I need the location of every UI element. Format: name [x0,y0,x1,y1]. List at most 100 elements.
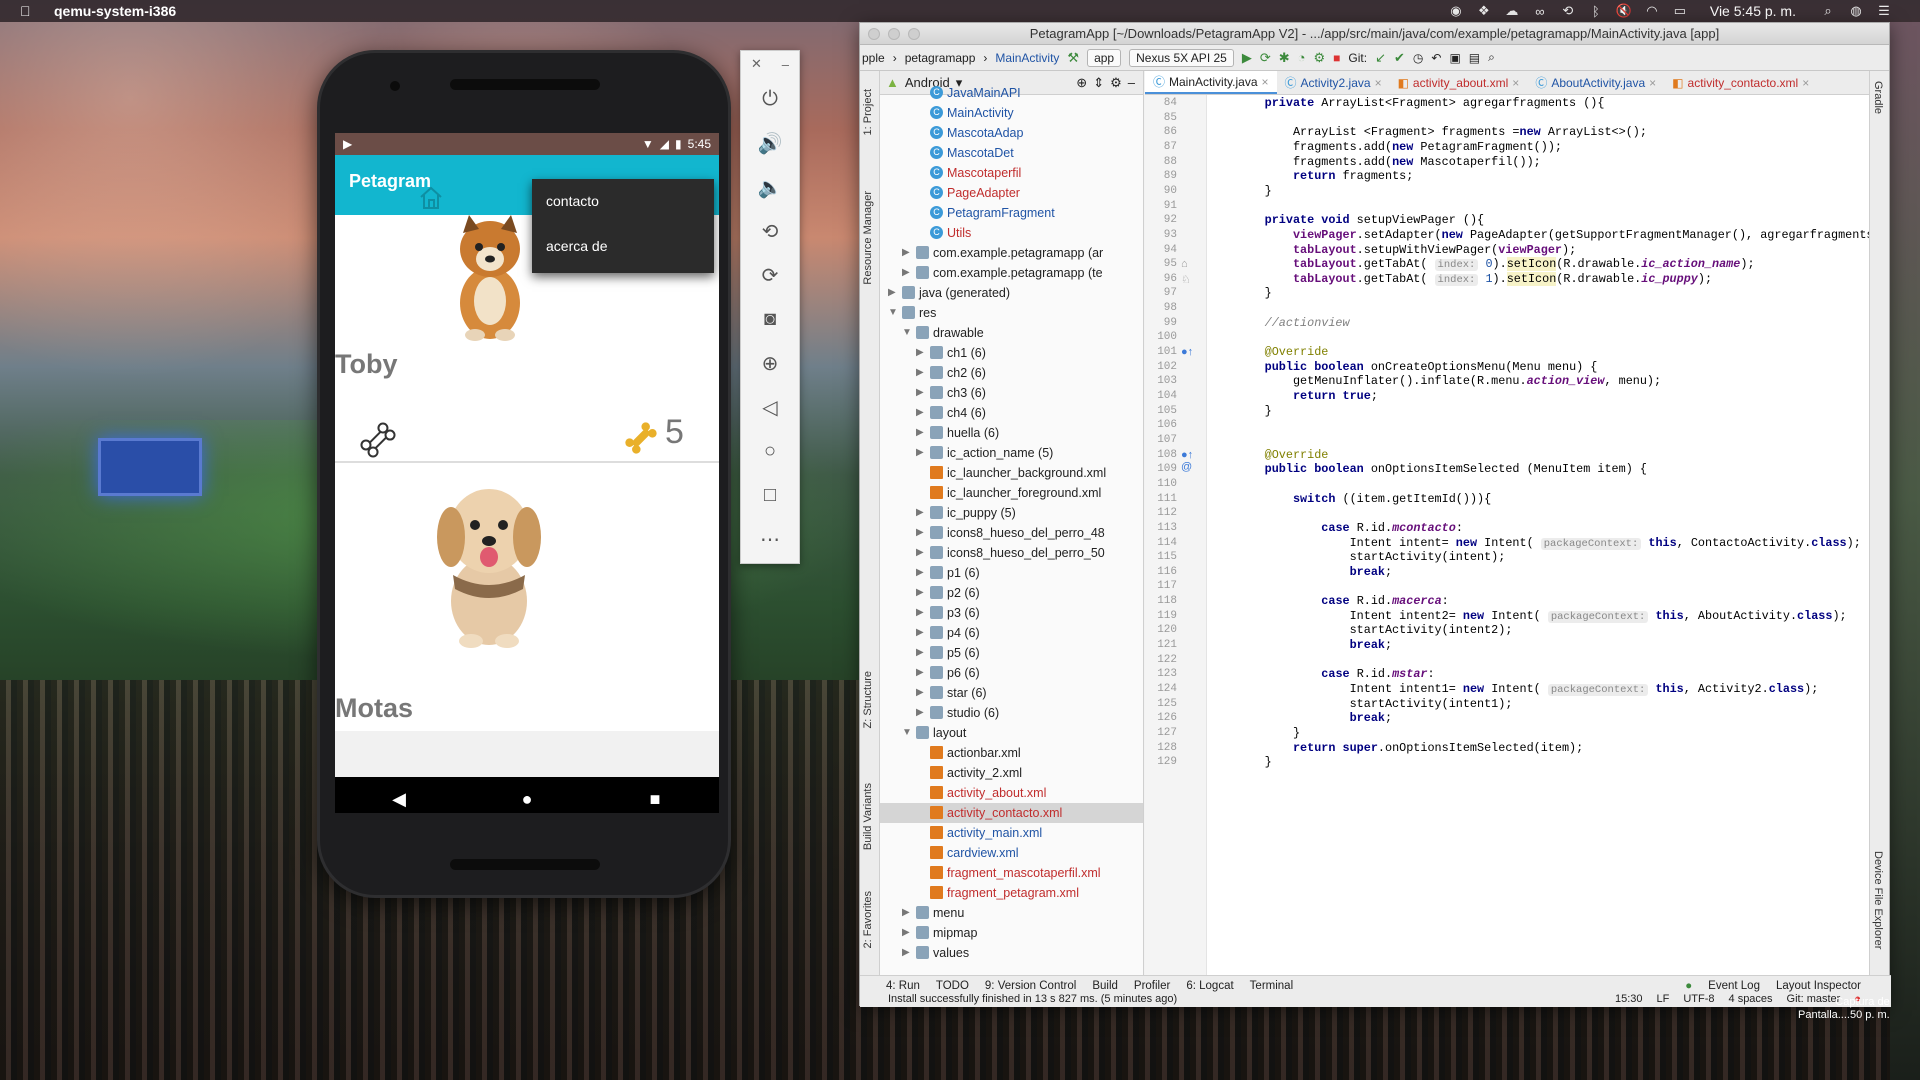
terminal-tool-tab[interactable]: Terminal [1250,980,1293,992]
expanded-arrow-icon[interactable]: ▼ [902,723,912,743]
device-select[interactable]: Nexus 5X API 25 [1129,48,1234,67]
gradle-tab[interactable]: Gradle [1872,81,1884,114]
favorites-tab[interactable]: 2: Favorites [862,891,874,948]
project-tool-tab[interactable]: 1: Project [862,89,874,135]
project-tree-item[interactable]: ▶ ch4 (6) [880,403,1143,423]
profile-icon[interactable]: ◔ [1298,50,1306,65]
code-line[interactable]: private ArrayList<Fragment> agregarfragm… [1208,95,1605,112]
collapsed-arrow-icon[interactable]: ▶ [916,703,926,723]
collapsed-arrow-icon[interactable]: ▶ [916,623,926,643]
project-tree-item[interactable]: activity_about.xml [880,783,1143,803]
collapsed-arrow-icon[interactable]: ▶ [902,243,912,263]
debug-icon[interactable]: ✱ [1279,50,1290,66]
collapsed-arrow-icon[interactable]: ▶ [916,563,926,583]
project-tree-item[interactable]: C Mascotaperfil [880,163,1143,183]
code-line[interactable]: switch ((item.getItemId())){ [1208,490,1491,508]
close-tab-icon[interactable]: × [1649,71,1656,94]
run-tool-tab[interactable]: 4: Run [886,980,920,992]
zoom-icon[interactable]: ⊕ [741,341,799,385]
code-area[interactable]: private ArrayList<Fragment> agregarfragm… [1208,95,1871,975]
window-close-button[interactable] [868,28,880,40]
git-rollback-icon[interactable]: ↶ [1431,51,1441,65]
code-line[interactable]: //actionview [1208,314,1350,332]
collapsed-arrow-icon[interactable]: ▶ [916,663,926,683]
volume-icon[interactable]: 🔇 [1616,3,1632,19]
line-separator[interactable]: LF [1657,993,1670,1005]
project-tree-item[interactable]: ▶ values [880,943,1143,963]
menu-item-acerca-de[interactable]: acerca de [532,224,714,269]
attach-debugger-icon[interactable]: ⚙ [1314,50,1326,66]
power-icon[interactable]: ⏻ [741,77,799,121]
collapsed-arrow-icon[interactable]: ▶ [916,523,926,543]
git-update-icon[interactable]: ↙ [1375,50,1386,66]
project-tree-item[interactable]: ▶ p1 (6) [880,563,1143,583]
file-encoding[interactable]: UTF-8 [1683,993,1714,1005]
editor-tab[interactable]: Ⓒ AboutActivity.java × [1527,71,1664,94]
code-line[interactable]: } [1208,402,1272,420]
project-tree-item[interactable]: ▶ p4 (6) [880,623,1143,643]
project-tree-item[interactable]: fragment_mascotaperfil.xml [880,863,1143,883]
home-icon[interactable]: ○ [741,429,799,473]
avd-manager-icon[interactable]: ▤ [1469,51,1480,65]
project-tree-item[interactable]: activity_2.xml [880,763,1143,783]
close-tab-icon[interactable]: × [1262,71,1269,94]
collapsed-arrow-icon[interactable]: ▶ [916,503,926,523]
volume-down-icon[interactable]: 🔈 [741,165,799,209]
version-control-tool-tab[interactable]: 9: Version Control [985,980,1076,992]
screenshot-thumbnail-label[interactable]: Captura de Pantalla....50 p. m. [1798,996,1890,1022]
editor-tab[interactable]: Ⓒ MainActivity.java × [1145,71,1277,94]
project-tree-item[interactable]: C MascotaDet [880,143,1143,163]
search-icon[interactable]: ⌕ [1488,50,1495,65]
collapsed-arrow-icon[interactable]: ▶ [916,403,926,423]
siri-icon[interactable]: ◍ [1848,3,1864,19]
todo-tool-tab[interactable]: TODO [936,980,969,992]
collapsed-arrow-icon[interactable]: ▶ [902,943,912,963]
build-tool-tab[interactable]: Build [1092,980,1118,992]
device-file-explorer-tab[interactable]: Device File Explorer [1872,851,1884,949]
git-history-icon[interactable]: ◷ [1413,51,1423,65]
volume-up-icon[interactable]: 🔊 [741,121,799,165]
code-line[interactable]: public boolean onOptionsItemSelected (Me… [1208,460,1647,478]
editor-tab[interactable]: ◧ activity_contacto.xml × [1664,71,1817,94]
project-tree-item[interactable]: ▶ studio (6) [880,703,1143,723]
project-tree-item[interactable]: ▶ com.example.petagramapp (ar [880,243,1143,263]
cloud-icon[interactable]: ☁ [1504,3,1520,19]
collapsed-arrow-icon[interactable]: ▶ [902,923,912,943]
project-tree-item[interactable]: ▶ ch3 (6) [880,383,1143,403]
project-tree-item[interactable]: C Utils [880,223,1143,243]
project-tree-item[interactable]: ▶ mipmap [880,923,1143,943]
project-tree-item[interactable]: activity_contacto.xml [880,803,1143,823]
code-line[interactable]: } [1208,753,1272,771]
project-tree-item[interactable]: ▼ drawable [880,323,1143,343]
project-tree-item[interactable]: ▶ ch1 (6) [880,343,1143,363]
minimize-icon[interactable]: – [782,57,789,72]
project-tree-item[interactable]: ▶ p3 (6) [880,603,1143,623]
menu-item-contacto[interactable]: contacto [532,179,714,224]
dropbox-icon[interactable]: ❖ [1476,3,1492,19]
project-tree-item[interactable]: ▶ com.example.petagramapp (te [880,263,1143,283]
expanded-arrow-icon[interactable]: ▼ [888,303,898,323]
project-tree-item[interactable]: ▶ menu [880,903,1143,923]
project-tree-item[interactable]: ▶ icons8_hueso_del_perro_48 [880,523,1143,543]
indent-setting[interactable]: 4 spaces [1729,993,1773,1005]
window-zoom-button[interactable] [908,28,920,40]
build-variants-tab[interactable]: Build Variants [862,783,874,850]
project-tree-item[interactable]: ic_launcher_foreground.xml [880,483,1143,503]
back-icon[interactable]: ◁ [741,385,799,429]
apple-menu-icon[interactable]:  [20,3,34,19]
breadcrumb-item[interactable]: petagramapp [905,51,976,65]
bluetooth-icon[interactable]: ᛒ [1588,4,1604,19]
collapsed-arrow-icon[interactable]: ▶ [916,683,926,703]
resource-manager-tab[interactable]: Resource Manager [862,191,874,285]
home-tab-icon[interactable] [417,185,445,211]
project-tree-item[interactable]: actionbar.xml [880,743,1143,763]
project-tree-item[interactable]: C MascotaAdap [880,123,1143,143]
profiler-tool-tab[interactable]: Profiler [1134,980,1170,992]
more-icon[interactable]: ⋯ [741,517,799,561]
run-icon[interactable]: ▶ [1242,50,1252,66]
project-tree-item[interactable]: ▶ icons8_hueso_del_perro_50 [880,543,1143,563]
collapsed-arrow-icon[interactable]: ▶ [916,343,926,363]
rotate-left-icon[interactable]: ⟲ [741,209,799,253]
collapsed-arrow-icon[interactable]: ▶ [916,443,926,463]
code-line[interactable]: tabLayout.getTabAt( index: 1).setIcon(R.… [1208,270,1712,288]
